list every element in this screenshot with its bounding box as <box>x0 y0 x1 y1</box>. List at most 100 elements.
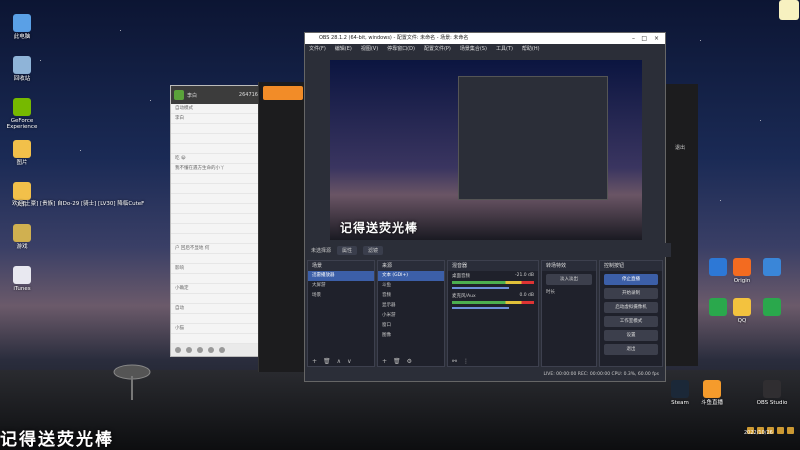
source-item[interactable]: 显示器 <box>378 301 444 311</box>
control-button[interactable]: 工作室模式 <box>604 316 658 327</box>
source-item[interactable]: 图像 <box>378 331 444 341</box>
desktop-icon-label: iTunes <box>13 286 31 292</box>
streamer-tool-logo <box>263 86 303 100</box>
tray-icon[interactable] <box>787 426 794 434</box>
qq-line: 小猫 <box>171 324 261 334</box>
control-button[interactable]: 开始录制 <box>604 288 658 299</box>
qq-line <box>171 334 261 344</box>
desktop-icon[interactable]: OBS Studio <box>752 380 792 406</box>
volume-slider[interactable] <box>452 287 510 289</box>
flower-icon[interactable] <box>779 0 799 20</box>
desktop-icon[interactable]: 此电脑 <box>0 14 44 40</box>
link-icon[interactable]: ⚯ <box>452 358 457 365</box>
menu-item[interactable]: 帮助(H) <box>522 44 540 55</box>
desktop-icon[interactable]: 回收站 <box>0 56 44 82</box>
control-button[interactable]: 退出 <box>604 344 658 355</box>
mixer-channel-db: -21.0 dB <box>514 273 534 278</box>
qq-line <box>171 294 261 304</box>
desktop-icon-label: QQ <box>737 318 747 324</box>
qq-line <box>171 204 261 214</box>
source-toolbar: 未选择源 属性 滤镜 <box>305 243 671 257</box>
desktop-icon[interactable] <box>752 298 792 318</box>
scene-item[interactable]: 大屏游 <box>308 281 374 291</box>
source-item[interactable]: 窗口 <box>378 321 444 331</box>
qq-line: 户 回后不显地 何 <box>171 244 261 254</box>
image-icon[interactable] <box>208 347 214 353</box>
source-status-label: 未选择源 <box>311 247 332 254</box>
control-button[interactable]: 设置 <box>604 330 658 341</box>
obs-window[interactable]: OBS 28.1.2 (64-bit, windows) - 配置文件: 未命名… <box>304 32 671 382</box>
desktop-icon[interactable] <box>698 298 738 318</box>
source-item[interactable]: 文本 (GDI+) <box>378 271 444 281</box>
qq-panel[interactable]: 李白 264716 自动模式 李白吃 😀 我不懂在遇方生命的小丫户 回后不显地 何影… <box>170 85 262 357</box>
sources-title: 来源 <box>378 261 444 271</box>
desktop-icon-label: 游戏 <box>16 244 28 250</box>
radio-telescope <box>113 364 151 400</box>
qq-line <box>171 224 261 234</box>
mixer-channel: 麦克风/Aux 0.0 dB <box>448 291 538 311</box>
recycle-bin-icon <box>13 56 31 74</box>
desktop-icon[interactable]: iTunes <box>0 266 44 292</box>
gear-icon[interactable]: ⚙ <box>407 358 412 365</box>
transition-select[interactable]: 淡入淡出 <box>546 274 592 285</box>
scenes-list: 迅雷播放器 大屏游 场景 <box>308 271 374 301</box>
qq-line: 自动模式 <box>171 104 261 114</box>
scene-item[interactable]: 迅雷播放器 <box>308 271 374 281</box>
menu-item[interactable]: 工具(T) <box>496 44 513 55</box>
add-icon[interactable]: + <box>312 358 317 365</box>
scene-item[interactable]: 场景 <box>308 291 374 301</box>
danmaku-ticker: 欢迎[土豪] [贵族] 自Do-29 [骑士] [LV30] 降临CuteF <box>12 201 145 207</box>
source-item[interactable]: 斗鱼 <box>378 281 444 291</box>
obs-title-bar: OBS 28.1.2 (64-bit, windows) - 配置文件: 未命名… <box>305 33 665 44</box>
home-icon[interactable] <box>174 90 184 100</box>
exit-label[interactable]: 退出 <box>662 144 698 151</box>
volume-icon[interactable] <box>186 347 192 353</box>
filters-button[interactable]: 滤镜 <box>363 245 384 255</box>
properties-button[interactable]: 属性 <box>337 245 358 255</box>
desktop-icon-label: OBS Studio <box>756 400 788 406</box>
source-item[interactable]: 小米游 <box>378 311 444 321</box>
menu-item[interactable]: 停靠窗口(D) <box>387 44 415 55</box>
up-icon[interactable]: ∧ <box>337 358 341 365</box>
close-icon[interactable]: × <box>654 33 659 44</box>
app-icon <box>709 298 727 316</box>
controls-list: 停止直播开始录制启动虚拟摄像机 工作室模式设置退出 <box>600 274 662 355</box>
desktop-icon[interactable]: GeForce Experience <box>0 98 44 130</box>
qq-line <box>171 214 261 224</box>
control-button[interactable]: 启动虚拟摄像机 <box>604 302 658 313</box>
qq-line <box>171 314 261 324</box>
control-button[interactable]: 停止直播 <box>604 274 658 285</box>
down-icon[interactable]: ∨ <box>347 358 351 365</box>
menu-item[interactable]: 配置文件(P) <box>424 44 451 55</box>
menu-item[interactable]: 视图(V) <box>361 44 378 55</box>
trash-icon[interactable]: 🗑 <box>393 358 401 365</box>
add-icon[interactable]: + <box>382 358 387 365</box>
more-icon[interactable] <box>219 347 225 353</box>
qq-line: 自动 <box>171 304 261 314</box>
desktop-icon[interactable]: 斗鱼直播 <box>692 380 732 406</box>
qq-toolbar <box>171 344 261 356</box>
qq-header: 李白 264716 <box>171 86 261 104</box>
mixer-channel-header: 麦克风/Aux 0.0 dB <box>452 293 534 299</box>
trash-icon[interactable]: 🗑 <box>323 358 331 365</box>
menu-item[interactable]: 文件(F) <box>309 44 326 55</box>
qq-line <box>171 124 261 134</box>
obs-preview[interactable]: 记得送荧光棒 <box>330 60 642 240</box>
mic-icon[interactable] <box>197 347 203 353</box>
streamer-tool-window[interactable] <box>258 82 307 372</box>
more-icon[interactable]: ⋮ <box>463 358 469 365</box>
menu-item[interactable]: 编辑(E) <box>335 44 352 55</box>
menu-item[interactable]: 场景集合(S) <box>460 44 487 55</box>
scenes-title: 场景 <box>308 261 374 271</box>
qq-message-list: 自动模式李白吃 😀我不懂在遇方生命的小丫户 回后不显地 何影响小确定自动小猫安定 <box>171 104 261 354</box>
emoji-icon[interactable] <box>175 347 181 353</box>
tray-icon[interactable] <box>777 426 784 434</box>
desktop-icon[interactable]: 游戏 <box>0 224 44 250</box>
volume-slider[interactable] <box>452 307 510 309</box>
desktop-icon[interactable]: 图片 <box>0 140 44 166</box>
maximize-icon[interactable]: □ <box>641 33 647 44</box>
source-item[interactable]: 音频 <box>378 291 444 301</box>
minimize-icon[interactable]: – <box>632 33 635 44</box>
right-side-window[interactable]: 退出 <box>662 84 698 366</box>
desktop-icon[interactable] <box>752 258 792 278</box>
